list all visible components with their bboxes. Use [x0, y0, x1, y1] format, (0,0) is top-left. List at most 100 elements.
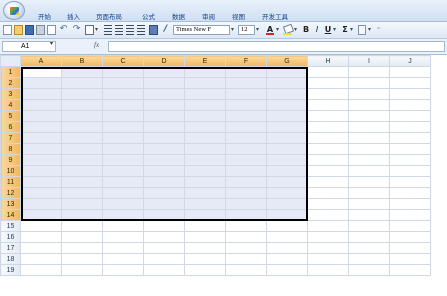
cell[interactable] [61, 209, 103, 221]
cell[interactable] [143, 132, 185, 144]
cell[interactable] [225, 176, 267, 188]
row-header[interactable]: 8 [0, 143, 21, 155]
tab-insert[interactable]: 插入 [67, 11, 80, 21]
cell[interactable] [102, 198, 144, 210]
cell[interactable] [61, 231, 103, 243]
cell[interactable] [184, 132, 226, 144]
cell[interactable] [102, 121, 144, 133]
cell[interactable] [389, 77, 431, 89]
borders-dropdown-icon[interactable]: ▾ [95, 25, 98, 35]
insert-function-icon[interactable]: fx [94, 41, 99, 49]
font-color-dropdown-icon[interactable]: ▾ [276, 25, 279, 35]
cell[interactable] [225, 264, 267, 276]
cell[interactable] [225, 132, 267, 144]
cell[interactable] [389, 198, 431, 210]
row-header[interactable]: 7 [0, 132, 21, 144]
tab-review[interactable]: 审阅 [202, 11, 215, 21]
open-folder-icon[interactable] [14, 25, 23, 35]
cell[interactable] [61, 77, 103, 89]
row-header[interactable]: 1 [0, 66, 21, 78]
cell[interactable] [389, 88, 431, 100]
cell[interactable] [143, 176, 185, 188]
row-header[interactable]: 19 [0, 264, 21, 276]
print-icon[interactable] [36, 25, 45, 35]
fill-color-button[interactable] [282, 23, 295, 35]
font-name-dropdown-icon[interactable]: ▾ [231, 25, 234, 35]
cell[interactable] [143, 231, 185, 243]
align-right-icon[interactable] [126, 25, 134, 35]
cell[interactable] [20, 165, 62, 177]
cell[interactable] [266, 220, 308, 232]
row-header[interactable]: 5 [0, 110, 21, 122]
cell[interactable] [225, 220, 267, 232]
column-header[interactable]: E [184, 55, 226, 67]
cell[interactable] [102, 154, 144, 166]
cell[interactable] [143, 110, 185, 122]
cell[interactable] [184, 198, 226, 210]
cell[interactable] [143, 154, 185, 166]
formula-input[interactable] [108, 41, 445, 52]
cell[interactable] [348, 187, 390, 199]
print-preview-icon[interactable] [47, 25, 56, 35]
cell[interactable] [348, 264, 390, 276]
cell[interactable] [102, 176, 144, 188]
cell[interactable] [143, 209, 185, 221]
cell[interactable] [184, 154, 226, 166]
cell[interactable] [184, 220, 226, 232]
cell[interactable] [389, 242, 431, 254]
cell[interactable] [389, 264, 431, 276]
cell[interactable] [61, 154, 103, 166]
cell[interactable] [266, 99, 308, 111]
font-size-dropdown-icon[interactable]: ▾ [256, 25, 259, 35]
cell[interactable] [225, 88, 267, 100]
cell[interactable] [348, 209, 390, 221]
cell[interactable] [143, 77, 185, 89]
row-header[interactable]: 14 [0, 209, 21, 221]
cell[interactable] [307, 187, 349, 199]
cell[interactable] [20, 121, 62, 133]
cell[interactable] [348, 231, 390, 243]
fill-color-dropdown-icon[interactable]: ▾ [294, 25, 297, 35]
column-header[interactable]: H [307, 55, 349, 67]
sheet-format-dropdown-icon[interactable]: ▾ [368, 25, 371, 35]
cell[interactable] [184, 165, 226, 177]
cell[interactable] [20, 264, 62, 276]
font-size-select[interactable]: 12 [238, 25, 255, 35]
cell[interactable] [143, 187, 185, 199]
cell[interactable] [20, 253, 62, 265]
cell[interactable] [61, 88, 103, 100]
cell[interactable] [348, 253, 390, 265]
cell[interactable] [184, 110, 226, 122]
cell[interactable] [266, 231, 308, 243]
cell[interactable] [348, 121, 390, 133]
row-header[interactable]: 4 [0, 99, 21, 111]
cell[interactable] [266, 176, 308, 188]
column-header[interactable]: G [266, 55, 308, 67]
cell[interactable] [389, 154, 431, 166]
cell[interactable] [389, 143, 431, 155]
format-painter-icon[interactable]: / [161, 25, 170, 35]
cell[interactable] [184, 264, 226, 276]
cell[interactable] [266, 253, 308, 265]
cell[interactable] [266, 88, 308, 100]
cell[interactable] [225, 231, 267, 243]
row-header[interactable]: 15 [0, 220, 21, 232]
underline-button[interactable]: U [324, 25, 332, 35]
cell[interactable] [307, 165, 349, 177]
cell[interactable] [143, 198, 185, 210]
column-header[interactable]: A [20, 55, 62, 67]
sheet-format-icon[interactable] [358, 25, 366, 35]
italic-button[interactable]: I [313, 25, 321, 35]
column-header[interactable]: D [143, 55, 185, 67]
cell[interactable] [266, 187, 308, 199]
cell[interactable] [61, 132, 103, 144]
tab-data[interactable]: 数据 [172, 11, 185, 21]
undo-icon[interactable]: ↶ [59, 25, 68, 35]
cell[interactable] [389, 220, 431, 232]
tab-home[interactable]: 开始 [38, 11, 51, 21]
cell[interactable] [307, 121, 349, 133]
cell[interactable] [102, 132, 144, 144]
cell[interactable] [266, 121, 308, 133]
cell[interactable] [143, 165, 185, 177]
cell[interactable] [225, 77, 267, 89]
